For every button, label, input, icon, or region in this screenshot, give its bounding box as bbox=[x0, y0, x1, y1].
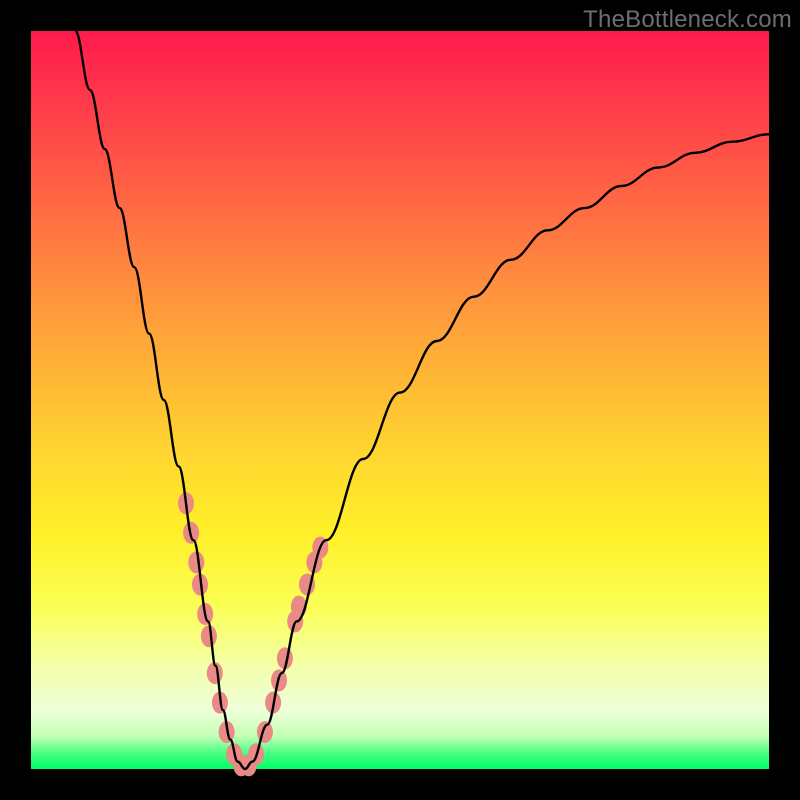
chart-plot-area bbox=[31, 31, 769, 769]
watermark-text: TheBottleneck.com bbox=[583, 6, 792, 34]
chart-svg bbox=[31, 31, 769, 769]
bottleneck-curve bbox=[75, 31, 769, 769]
highlight-dot bbox=[201, 625, 217, 647]
marker-dots-group bbox=[178, 492, 328, 776]
chart-frame: TheBottleneck.com bbox=[0, 0, 800, 800]
highlight-dot bbox=[257, 721, 273, 743]
highlight-dot bbox=[188, 551, 204, 573]
